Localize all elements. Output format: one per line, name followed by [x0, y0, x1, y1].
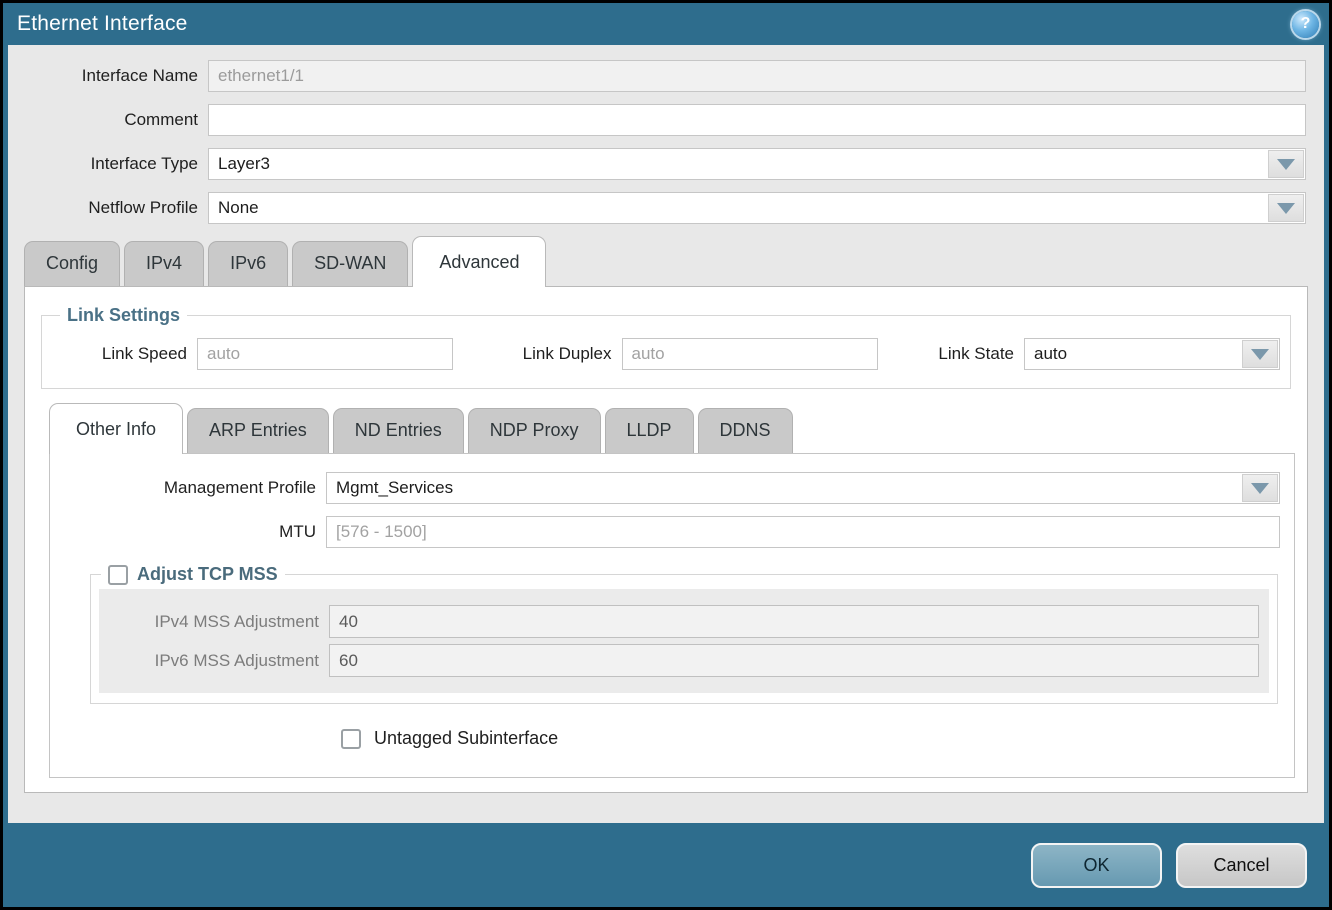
management-profile-row: Management Profile Mgmt_Services — [64, 472, 1280, 504]
link-speed-label: Link Speed — [52, 344, 197, 364]
tab-other-info[interactable]: Other Info — [49, 403, 183, 454]
mtu-row: MTU — [64, 516, 1280, 548]
help-icon[interactable]: ? — [1292, 11, 1319, 38]
tab-ipv4[interactable]: IPv4 — [124, 241, 204, 286]
ipv4-mss-field: 40 — [329, 605, 1259, 638]
ok-button[interactable]: OK — [1031, 843, 1162, 888]
untagged-subinterface-row: Untagged Subinterface — [341, 728, 1280, 749]
interface-type-row: Interface Type Layer3 — [8, 148, 1306, 180]
interface-type-value: Layer3 — [209, 149, 1267, 179]
link-state-select[interactable]: auto — [1024, 338, 1280, 370]
interface-name-label: Interface Name — [8, 66, 208, 86]
adjust-tcp-mss-label: Adjust TCP MSS — [137, 564, 278, 585]
interface-type-dropdown-button[interactable] — [1268, 150, 1304, 178]
ipv6-mss-field: 60 — [329, 644, 1259, 677]
interface-name-row: Interface Name — [8, 60, 1306, 92]
link-duplex-field[interactable] — [622, 338, 878, 370]
link-settings-legend: Link Settings — [60, 305, 187, 326]
management-profile-select[interactable]: Mgmt_Services — [326, 472, 1280, 504]
advanced-tab-panel: Link Settings Link Speed Link Duplex Lin… — [24, 286, 1308, 793]
chevron-down-icon — [1251, 483, 1269, 494]
ipv6-mss-label: IPv6 MSS Adjustment — [99, 651, 329, 671]
footer-bar: OK Cancel — [3, 823, 1329, 907]
secondary-tab-bar: Other Info ARP Entries ND Entries NDP Pr… — [49, 403, 1295, 453]
management-profile-value: Mgmt_Services — [327, 473, 1241, 503]
other-info-panel: Management Profile Mgmt_Services MTU — [49, 453, 1295, 778]
comment-label: Comment — [8, 110, 208, 130]
netflow-profile-value: None — [209, 193, 1267, 223]
untagged-subinterface-checkbox[interactable] — [341, 729, 361, 749]
dialog-window: Ethernet Interface ? Interface Name Comm… — [0, 0, 1332, 910]
link-state-label: Link State — [896, 344, 1024, 364]
tab-ipv6[interactable]: IPv6 — [208, 241, 288, 286]
untagged-subinterface-label: Untagged Subinterface — [374, 728, 558, 749]
link-speed-field[interactable] — [197, 338, 453, 370]
netflow-profile-row: Netflow Profile None — [8, 192, 1306, 224]
tab-config[interactable]: Config — [24, 241, 120, 286]
dialog-frame: Ethernet Interface ? Interface Name Comm… — [3, 3, 1329, 907]
mss-disabled-box: IPv4 MSS Adjustment 40 IPv6 MSS Adjustme… — [99, 589, 1269, 693]
adjust-tcp-mss-fieldset: Adjust TCP MSS IPv4 MSS Adjustment 40 IP… — [90, 564, 1278, 704]
tab-nd-entries[interactable]: ND Entries — [333, 408, 464, 453]
ipv4-mss-label: IPv4 MSS Adjustment — [99, 612, 329, 632]
netflow-profile-dropdown-button[interactable] — [1268, 194, 1304, 222]
comment-field[interactable] — [208, 104, 1306, 136]
link-duplex-label: Link Duplex — [472, 344, 622, 364]
interface-type-select[interactable]: Layer3 — [208, 148, 1306, 180]
interface-name-field — [208, 60, 1306, 92]
chevron-down-icon — [1277, 203, 1295, 214]
tab-ddns[interactable]: DDNS — [698, 408, 793, 453]
netflow-profile-select[interactable]: None — [208, 192, 1306, 224]
tab-lldp[interactable]: LLDP — [605, 408, 694, 453]
title-bar: Ethernet Interface ? — [3, 3, 1329, 45]
primary-tab-bar: Config IPv4 IPv6 SD-WAN Advanced — [24, 236, 1324, 286]
adjust-tcp-mss-legend: Adjust TCP MSS — [101, 564, 285, 585]
link-settings-row: Link Speed Link Duplex Link State auto — [52, 338, 1280, 370]
dialog-title: Ethernet Interface — [17, 12, 188, 36]
management-profile-dropdown-button[interactable] — [1242, 474, 1278, 502]
mtu-label: MTU — [64, 522, 326, 542]
tab-advanced[interactable]: Advanced — [412, 236, 546, 287]
chevron-down-icon — [1251, 349, 1269, 360]
link-state-dropdown-button[interactable] — [1242, 340, 1278, 368]
chevron-down-icon — [1277, 159, 1295, 170]
link-settings-fieldset: Link Settings Link Speed Link Duplex Lin… — [41, 305, 1291, 389]
tab-ndp-proxy[interactable]: NDP Proxy — [468, 408, 601, 453]
cancel-button[interactable]: Cancel — [1176, 843, 1307, 888]
tab-arp-entries[interactable]: ARP Entries — [187, 408, 329, 453]
adjust-tcp-mss-checkbox[interactable] — [108, 565, 128, 585]
ipv6-mss-row: IPv6 MSS Adjustment 60 — [99, 644, 1259, 677]
tab-sdwan[interactable]: SD-WAN — [292, 241, 408, 286]
comment-row: Comment — [8, 104, 1306, 136]
dialog-body: Interface Name Comment Interface Type La… — [8, 45, 1324, 823]
link-state-value: auto — [1025, 339, 1241, 369]
management-profile-label: Management Profile — [64, 478, 326, 498]
netflow-profile-label: Netflow Profile — [8, 198, 208, 218]
mtu-field[interactable] — [326, 516, 1280, 548]
interface-type-label: Interface Type — [8, 154, 208, 174]
ipv4-mss-row: IPv4 MSS Adjustment 40 — [99, 605, 1259, 638]
